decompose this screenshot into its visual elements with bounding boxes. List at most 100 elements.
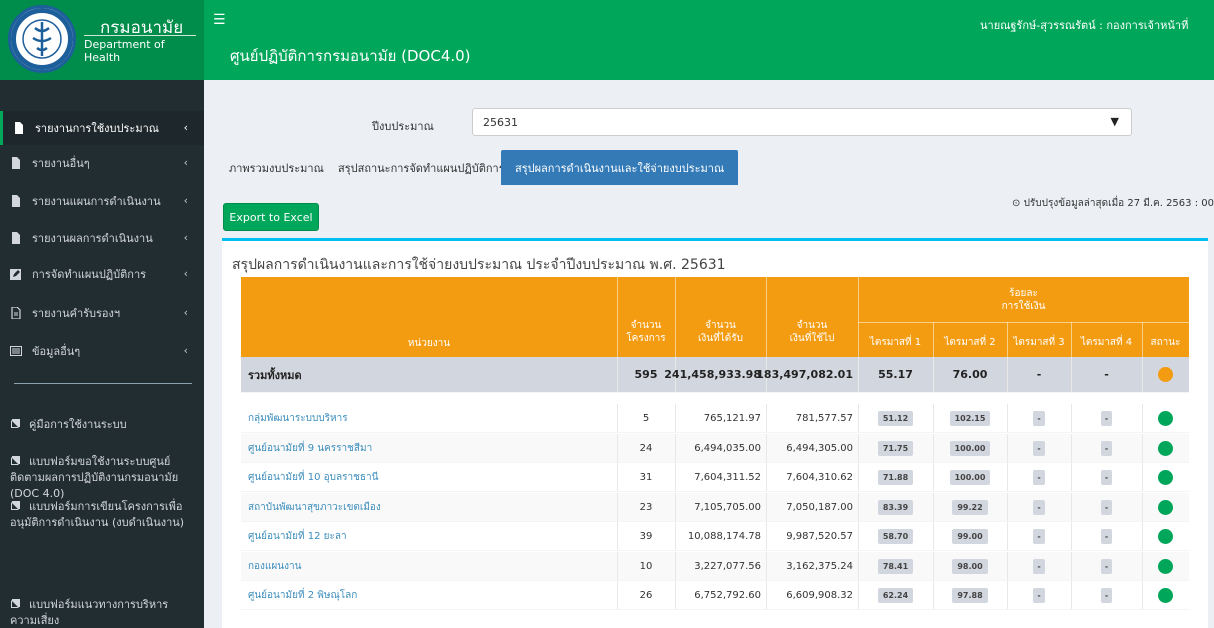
tab-plan-status[interactable]: สรุปสถานะการจัดทำแผนปฏิบัติการ bbox=[338, 150, 505, 185]
sidebar-item-result-report[interactable]: รายงานผลการดำเนินงาน ‹ bbox=[0, 221, 204, 255]
unit-link[interactable]: ศูนย์อนามัยที่ 9 นครราชสีมา bbox=[248, 434, 372, 462]
q2-cell: 98.00 bbox=[933, 552, 1007, 580]
received-cell: 7,105,705.00 bbox=[694, 501, 761, 513]
budget-year-select[interactable]: 25631 ▼ bbox=[472, 108, 1132, 136]
header-projects: จำนวน โครงการ bbox=[626, 320, 666, 344]
q4-cell: - bbox=[1071, 581, 1142, 609]
q3-cell: - bbox=[1007, 434, 1071, 462]
budget-year-value: 25631 bbox=[483, 116, 518, 129]
q1-cell: 71.75 bbox=[858, 434, 933, 462]
sidebar-divider bbox=[14, 383, 192, 384]
q4-cell: - bbox=[1071, 404, 1142, 432]
status-green-dot bbox=[1158, 410, 1173, 426]
q1-cell: 62.24 bbox=[858, 581, 933, 609]
sidebar-doc-label: แบบฟอร์มขอใช้งานระบบศูนย์ติดตามผลการปฏิบ… bbox=[10, 455, 179, 500]
tab-label: สรุปผลการดำเนินงานและใช้จ่ายงบประมาณ bbox=[515, 161, 725, 175]
header-q4: ไตรมาสที่ 4 bbox=[1080, 337, 1133, 348]
projects-cell: 39 bbox=[639, 530, 653, 542]
unit-link[interactable]: กลุ่มพัฒนาระบบบริหาร bbox=[248, 404, 348, 432]
sidebar-item-budget-report[interactable]: รายงานการใช้งบประมาณ ‹ bbox=[0, 111, 204, 145]
tab-result-summary[interactable]: สรุปผลการดำเนินงานและใช้จ่ายงบประมาณ bbox=[501, 150, 739, 185]
unit-link[interactable]: ศูนย์อนามัยที่ 12 ยะลา bbox=[248, 522, 347, 550]
q2-cell: 99.22 bbox=[933, 493, 1007, 521]
chevron-left-icon: ‹ bbox=[183, 231, 188, 244]
spent-cell: 9,987,520.57 bbox=[786, 530, 853, 542]
sidebar-doc-project-form[interactable]: แบบฟอร์มการเขียนโครงการเพื่ออนุมัติการดำ… bbox=[0, 499, 204, 531]
projects-cell: 10 bbox=[639, 560, 653, 572]
sidebar-item-label: รายงานคำรับรองฯ bbox=[32, 307, 121, 320]
total-label: รวมทั้งหมด bbox=[248, 368, 302, 382]
book-icon bbox=[10, 418, 21, 429]
header-q3: ไตรมาสที่ 3 bbox=[1013, 337, 1065, 348]
received-cell: 6,494,035.00 bbox=[694, 442, 761, 454]
received-cell: 10,088,174.78 bbox=[687, 530, 761, 542]
export-excel-button[interactable]: Export to Excel bbox=[223, 203, 319, 231]
spent-cell: 7,604,310.62 bbox=[786, 471, 853, 483]
table-row-total: รวมทั้งหมด 595 241,458,933.98 183,497,08… bbox=[241, 357, 1189, 393]
sidebar-item-other-data[interactable]: ข้อมูลอื่นๆ ‹ bbox=[0, 334, 204, 368]
header-unit: หน่วยงาน bbox=[407, 338, 451, 349]
brand[interactable]: กรมอนามัย Department of Health bbox=[0, 0, 204, 80]
book-icon bbox=[10, 455, 21, 466]
total-q4: - bbox=[1104, 368, 1109, 381]
tab-budget-overview[interactable]: ภาพรวมงบประมาณ bbox=[229, 150, 324, 185]
q4-cell: - bbox=[1071, 552, 1142, 580]
unit-link[interactable]: สถาบันพัฒนาสุขภาวะเขตเมือง bbox=[248, 493, 381, 521]
q4-badge: - bbox=[1100, 440, 1113, 456]
received-cell: 7,604,311.52 bbox=[694, 471, 761, 483]
status-green-dot bbox=[1158, 440, 1173, 456]
q2-badge: 98.00 bbox=[952, 558, 988, 574]
unit-link[interactable]: กองแผนงาน bbox=[248, 552, 301, 580]
sidebar-item-label: การจัดทำแผนปฏิบัติการ bbox=[32, 268, 147, 281]
spent-cell: 7,050,187.00 bbox=[786, 501, 853, 513]
q3-badge: - bbox=[1033, 469, 1045, 485]
status-cell bbox=[1142, 434, 1189, 462]
sidebar-item-label: รายงานผลการดำเนินงาน bbox=[32, 232, 153, 245]
q3-cell: - bbox=[1007, 463, 1071, 491]
tab-label: สรุปสถานะการจัดทำแผนปฏิบัติการ bbox=[338, 161, 505, 175]
sidebar-item-plan-report[interactable]: รายงานแผนการดำเนินงาน ‹ bbox=[0, 184, 204, 218]
sidebar-doc-access-form[interactable]: แบบฟอร์มขอใช้งานระบบศูนย์ติดตามผลการปฏิบ… bbox=[0, 454, 204, 502]
q3-badge: - bbox=[1033, 558, 1045, 574]
header-status: สถานะ bbox=[1150, 337, 1181, 348]
last-updated: ⊙ ปรับปรุงข้อมูลล่าสุดเมื่อ 27 มี.ค. 256… bbox=[1012, 196, 1214, 211]
chevron-left-icon: ‹ bbox=[183, 267, 188, 280]
menu-toggle-icon[interactable]: ☰ bbox=[213, 12, 226, 28]
sidebar-item-label: รายงานอื่นๆ bbox=[32, 157, 90, 170]
chevron-left-icon: ‹ bbox=[183, 194, 188, 207]
q1-badge: 58.70 bbox=[877, 528, 914, 544]
q1-badge: 71.88 bbox=[877, 469, 914, 485]
table-row: กองแผนงาน 10 3,227,077.56 3,162,375.24 78.41… bbox=[241, 552, 1189, 581]
q2-badge: 100.00 bbox=[949, 440, 991, 456]
sidebar-doc-user-manual[interactable]: คู่มือการใช้งานระบบ bbox=[0, 417, 204, 433]
department-logo bbox=[8, 5, 76, 73]
q4-badge: - bbox=[1100, 469, 1113, 485]
box-title: สรุปผลการดำเนินงานและการใช้จ่ายงบประมาณ … bbox=[232, 257, 726, 273]
last-updated-text: ปรับปรุงข้อมูลล่าสุดเมื่อ 27 มี.ค. 2563 … bbox=[1023, 198, 1214, 209]
status-green-dot bbox=[1158, 499, 1173, 515]
q2-cell: 102.15 bbox=[933, 404, 1007, 432]
unit-link[interactable]: ศูนย์อนามัยที่ 2 พิษณุโลก bbox=[248, 581, 357, 609]
total-q2: 76.00 bbox=[952, 368, 988, 381]
table-row: ศูนย์อนามัยที่ 12 ยะลา 39 10,088,174.78 9,9… bbox=[241, 522, 1189, 551]
q1-cell: 51.12 bbox=[858, 404, 933, 432]
spent-cell: 781,577.57 bbox=[795, 412, 853, 424]
q3-badge: - bbox=[1033, 499, 1045, 515]
q4-badge: - bbox=[1100, 558, 1113, 574]
chevron-left-icon: ‹ bbox=[183, 156, 188, 169]
user-menu[interactable]: นายณฐรักษ์-สุวรรณรัตน์ : กองการเจ้าหน้าท… bbox=[980, 16, 1188, 34]
sidebar-doc-risk-form[interactable]: แบบฟอร์มแนวทางการบริหารความเสี่ยง bbox=[0, 597, 204, 628]
q2-cell: 100.00 bbox=[933, 434, 1007, 462]
sidebar-item-action-plan[interactable]: การจัดทำแผนปฏิบัติการ ‹ bbox=[0, 257, 204, 291]
status-cell bbox=[1142, 493, 1189, 521]
total-q3: - bbox=[1036, 368, 1042, 381]
q2-badge: 99.00 bbox=[952, 528, 988, 544]
sidebar-item-certification-report[interactable]: รายงานคำรับรองฯ ‹ bbox=[0, 296, 204, 330]
list-icon bbox=[10, 345, 22, 357]
sidebar-item-label: รายงานการใช้งบประมาณ bbox=[35, 122, 159, 135]
sidebar-item-other-reports[interactable]: รายงานอื่นๆ ‹ bbox=[0, 146, 204, 180]
q3-badge: - bbox=[1033, 528, 1045, 544]
sidebar-item-label: รายงานแผนการดำเนินงาน bbox=[32, 195, 161, 208]
q2-cell: 97.88 bbox=[933, 581, 1007, 609]
unit-link[interactable]: ศูนย์อนามัยที่ 10 อุบลราชธานี bbox=[248, 463, 378, 491]
